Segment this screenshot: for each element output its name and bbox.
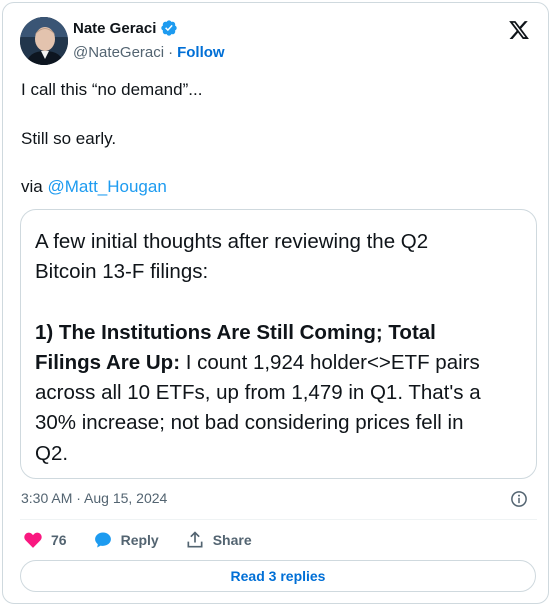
divider <box>20 519 537 520</box>
via-prefix: via <box>21 177 48 196</box>
quote-heading-line: 1) The Institutions Are Still Coming; To… <box>35 318 522 348</box>
like-button[interactable]: 76 <box>23 530 67 550</box>
author-handle[interactable]: @NateGeraci <box>73 44 164 61</box>
tweet-text-line-2: Still so early. <box>21 129 117 148</box>
reply-label: Reply <box>120 532 159 548</box>
reply-bubble-icon <box>94 532 111 548</box>
share-label: Share <box>212 532 252 548</box>
quote-line-1: A few initial thoughts after reviewing t… <box>35 230 429 253</box>
like-count: 76 <box>51 532 67 548</box>
verified-badge-icon <box>161 20 178 36</box>
quote-body-line-3: 30% increase; not bad considering prices… <box>35 411 464 435</box>
x-logo-icon[interactable] <box>508 19 530 41</box>
quote-body-line-4: Q2. <box>35 441 69 465</box>
author-name[interactable]: Nate Geraci <box>73 20 156 37</box>
info-icon[interactable] <box>510 490 528 508</box>
quote-body-line-1: Filings Are Up: I count 1,924 holder<>ET… <box>35 348 522 378</box>
quote-line-2: Bitcoin 13-F filings: <box>35 260 209 284</box>
follow-button[interactable]: Follow <box>177 44 225 61</box>
quote-body-line-2: across all 10 ETFs, up from 1,479 in Q1.… <box>35 381 481 405</box>
quote-heading-part-2: Filings Are Up: <box>35 350 181 374</box>
tweet-text-line-1: I call this “no demand”... <box>21 80 203 99</box>
action-bar: 76 Reply Share <box>23 530 278 550</box>
tweet-via-line: via @Matt_Hougan <box>21 177 167 197</box>
reply-button[interactable]: Reply <box>93 530 159 550</box>
quote-body-text-1: I count 1,924 holder<>ETF pairs <box>180 350 480 374</box>
share-icon <box>187 531 203 548</box>
quoted-image[interactable]: A few initial thoughts after reviewing t… <box>20 209 537 479</box>
heart-icon <box>24 532 42 548</box>
avatar[interactable] <box>20 17 68 65</box>
read-replies-button[interactable]: Read 3 replies <box>20 560 536 592</box>
tweet-card: Nate Geraci @NateGeraci · Follow I call … <box>2 2 549 604</box>
mention-link[interactable]: @Matt_Hougan <box>47 177 166 196</box>
separator-dot: · <box>168 44 174 61</box>
timestamp[interactable]: 3:30 AM · Aug 15, 2024 <box>21 490 167 506</box>
quote-heading-part-1: 1) The Institutions Are Still Coming; To… <box>35 320 436 344</box>
share-button[interactable]: Share <box>185 530 252 550</box>
